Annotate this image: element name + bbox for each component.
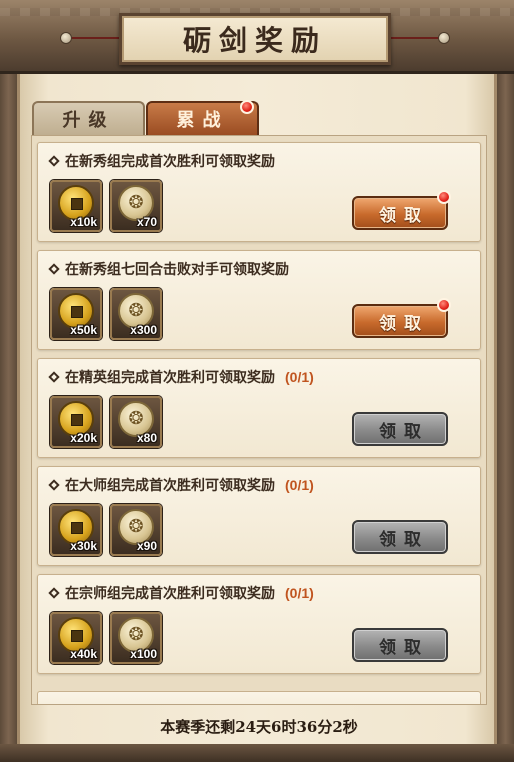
tab-upgrade[interactable]: 升级 (32, 101, 145, 135)
reward-medal[interactable]: ❂ x300 (110, 288, 162, 340)
reward-qty: x20k (70, 431, 97, 445)
rope-right (391, 37, 445, 39)
task-card: 在新秀组七回合击败对手可领取奖励 x50k ❂ x300 领取 (37, 250, 481, 350)
task-card: 在大师组完成首次胜利可领取奖励 (0/1) x30k ❂ x90 领取 (37, 466, 481, 566)
reward-qty: x30k (70, 539, 97, 553)
reward-qty: x40k (70, 647, 97, 661)
task-progress: (0/1) (285, 369, 314, 385)
claim-button-label: 领取 (379, 205, 429, 226)
title-plaque: 砺剑奖励 (119, 13, 391, 65)
diamond-icon (48, 587, 60, 599)
knot-left-icon (60, 32, 72, 44)
claim-button[interactable]: 领取 (352, 628, 448, 662)
reward-qty: x300 (130, 323, 157, 337)
reward-qty: x50k (70, 323, 97, 337)
claim-badge-icon (437, 298, 451, 312)
scroll-rail-left (0, 74, 17, 762)
task-title-text: 在宗师组完成首次胜利可领取奖励 (65, 586, 275, 602)
reward-copper-coin[interactable]: x10k (50, 180, 102, 232)
task-card: 在宗师组完成首次胜利可领取奖励 (0/1) x40k ❂ x100 领取 (37, 574, 481, 674)
scroll-rail-right (497, 74, 514, 762)
reward-copper-coin[interactable]: x20k (50, 396, 102, 448)
task-title: 在新秀组完成首次胜利可领取奖励 (48, 151, 285, 171)
task-title-text: 在精英组完成首次胜利可领取奖励 (65, 370, 275, 386)
diamond-icon (48, 263, 60, 275)
task-card-partial (37, 691, 481, 704)
task-title-text: 在新秀组七回合击败对手可领取奖励 (65, 262, 289, 278)
task-title: 在精英组完成首次胜利可领取奖励 (0/1) (48, 367, 314, 387)
task-list[interactable]: 在新秀组完成首次胜利可领取奖励 x10k ❂ x70 领取 在新秀组七回合击败对手… (31, 135, 487, 705)
reward-qty: x100 (130, 647, 157, 661)
task-title: 在新秀组七回合击败对手可领取奖励 (48, 259, 299, 279)
reward-medal[interactable]: ❂ x70 (110, 180, 162, 232)
task-progress: (0/1) (285, 477, 314, 493)
diamond-icon (48, 155, 60, 167)
tab-battle-badge-icon (240, 100, 254, 114)
tab-battle-label: 累战 (176, 110, 229, 131)
claim-badge-icon (437, 190, 451, 204)
rope-left (66, 37, 120, 39)
tab-upgrade-label: 升级 (62, 110, 115, 131)
diamond-icon (48, 479, 60, 491)
claim-button-label: 领取 (379, 529, 429, 550)
claim-button[interactable]: 领取 (352, 412, 448, 446)
footer-bar (0, 744, 514, 762)
task-title-text: 在新秀组完成首次胜利可领取奖励 (65, 154, 275, 170)
claim-button[interactable]: 领取 (352, 304, 448, 338)
reward-copper-coin[interactable]: x40k (50, 612, 102, 664)
task-card: 在新秀组完成首次胜利可领取奖励 x10k ❂ x70 领取 (37, 142, 481, 242)
reward-qty: x10k (70, 215, 97, 229)
page-title: 砺剑奖励 (182, 24, 327, 57)
task-title-text: 在大师组完成首次胜利可领取奖励 (65, 478, 275, 494)
task-title: 在大师组完成首次胜利可领取奖励 (0/1) (48, 475, 314, 495)
reward-medal[interactable]: ❂ x80 (110, 396, 162, 448)
task-title: 在宗师组完成首次胜利可领取奖励 (0/1) (48, 583, 314, 603)
reward-copper-coin[interactable]: x50k (50, 288, 102, 340)
claim-button-label: 领取 (379, 313, 429, 334)
task-progress: (0/1) (285, 585, 314, 601)
diamond-icon (48, 371, 60, 383)
season-countdown: 本赛季还剩24天6时36分2秒 (31, 711, 487, 741)
reward-medal[interactable]: ❂ x100 (110, 612, 162, 664)
knot-right-icon (438, 32, 450, 44)
reward-qty: x70 (136, 215, 157, 229)
task-card: 在精英组完成首次胜利可领取奖励 (0/1) x20k ❂ x80 领取 (37, 358, 481, 458)
header-bar: 砺剑奖励 (0, 0, 514, 74)
season-countdown-text: 本赛季还剩24天6时36分2秒 (160, 717, 358, 736)
reward-medal[interactable]: ❂ x90 (110, 504, 162, 556)
claim-button-label: 领取 (379, 637, 429, 658)
claim-button-label: 领取 (379, 421, 429, 442)
claim-button[interactable]: 领取 (352, 520, 448, 554)
claim-button[interactable]: 领取 (352, 196, 448, 230)
reward-copper-coin[interactable]: x30k (50, 504, 102, 556)
reward-qty: x90 (136, 539, 157, 553)
reward-qty: x80 (136, 431, 157, 445)
